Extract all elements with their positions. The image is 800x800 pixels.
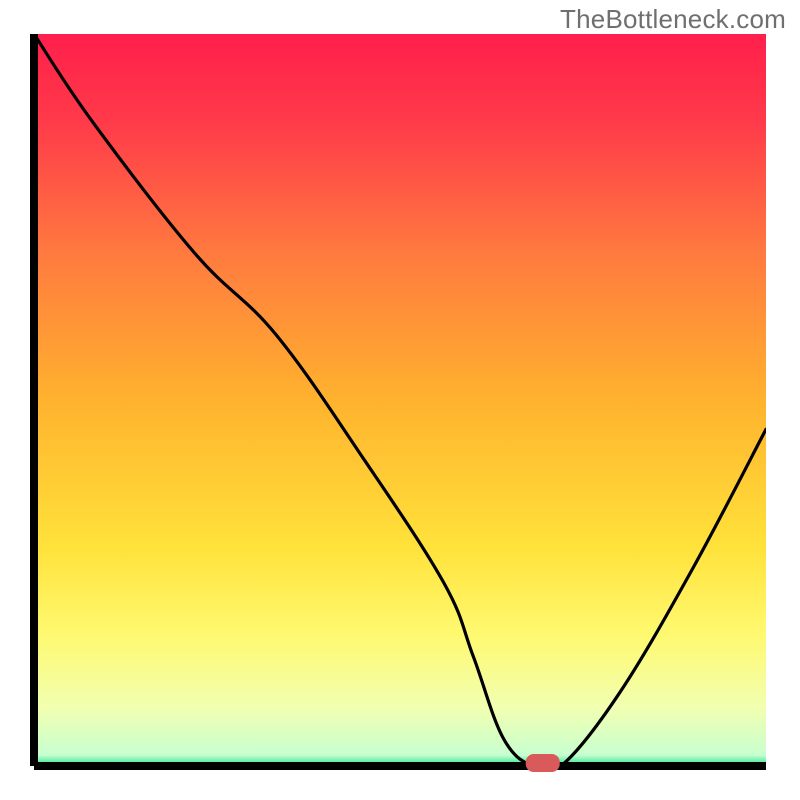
chart-gradient-bg [34, 34, 766, 766]
bottleneck-chart [0, 0, 800, 800]
selected-point-marker [526, 754, 560, 772]
chart-container: TheBottleneck.com [0, 0, 800, 800]
watermark-text: TheBottleneck.com [560, 4, 786, 35]
